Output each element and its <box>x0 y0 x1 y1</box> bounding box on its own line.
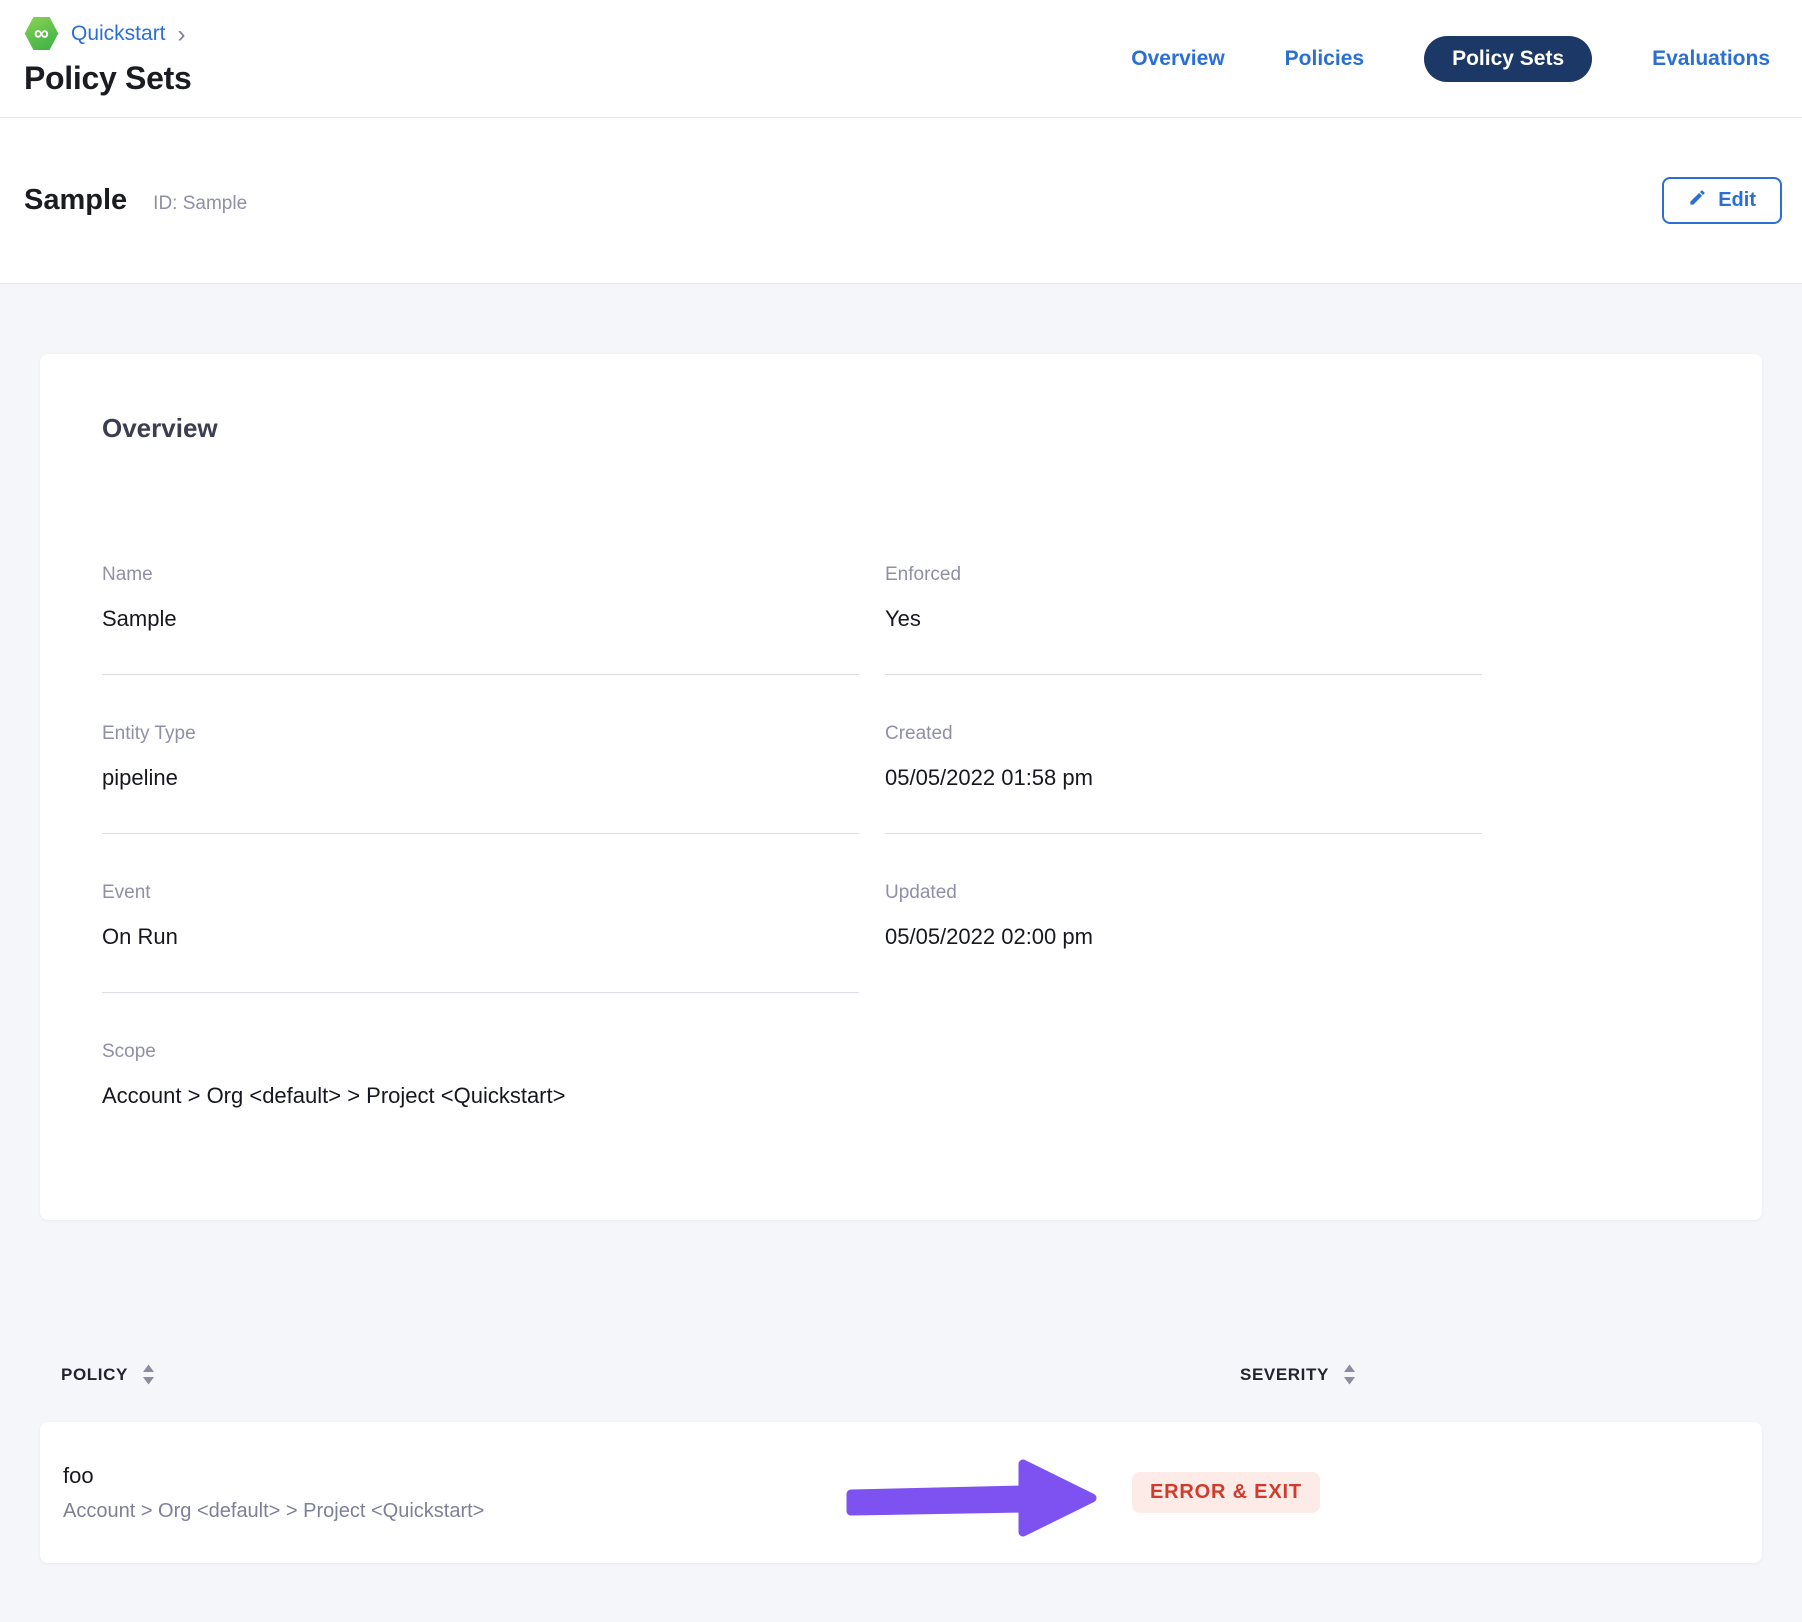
tab-overview[interactable]: Overview <box>1131 47 1224 71</box>
edit-button[interactable]: Edit <box>1662 177 1782 224</box>
pencil-icon <box>1688 188 1707 213</box>
field-label: Updated <box>885 880 1482 906</box>
tab-policies[interactable]: Policies <box>1285 47 1364 71</box>
field-label: Created <box>885 721 1482 747</box>
fields-right-column: Enforced Yes Created 05/05/2022 01:58 pm… <box>885 562 1482 1197</box>
field-value: 05/05/2022 01:58 pm <box>885 763 1482 793</box>
field-scope: Scope Account > Org <default> > Project … <box>102 1039 859 1151</box>
field-value: On Run <box>102 922 859 952</box>
field-value: Account > Org <default> > Project <Quick… <box>102 1081 859 1111</box>
top-header: ∞ Quickstart › Policy Sets Overview Poli… <box>0 0 1802 118</box>
entity-toolbar: Sample ID: Sample Edit <box>0 118 1802 284</box>
column-label: SEVERITY <box>1240 1365 1329 1385</box>
field-created: Created 05/05/2022 01:58 pm <box>885 721 1482 834</box>
field-enforced: Enforced Yes <box>885 562 1482 675</box>
field-label: Name <box>102 562 859 588</box>
breadcrumb: ∞ Quickstart › <box>24 16 191 51</box>
overview-card-heading: Overview <box>102 412 1702 444</box>
field-label: Event <box>102 880 859 906</box>
entity-title: Sample <box>24 184 127 217</box>
severity-badge: ERROR & EXIT <box>1132 1472 1320 1513</box>
breadcrumb-project-link[interactable]: Quickstart <box>71 22 166 46</box>
policy-name[interactable]: foo <box>63 1461 1132 1491</box>
severity-cell: ERROR & EXIT <box>1132 1472 1762 1513</box>
fields-left-column: Name Sample Entity Type pipeline Event O… <box>102 562 859 1197</box>
sort-icon <box>142 1364 155 1385</box>
column-header-policy[interactable]: POLICY <box>40 1364 1132 1385</box>
entity-title-group: Sample ID: Sample <box>24 184 247 217</box>
policy-cell: foo Account > Org <default> > Project <Q… <box>40 1461 1132 1525</box>
field-entity-type: Entity Type pipeline <box>102 721 859 834</box>
edit-button-label: Edit <box>1718 189 1756 212</box>
field-label: Entity Type <box>102 721 859 747</box>
overview-card: Overview Name Sample Entity Type pipelin… <box>40 354 1762 1220</box>
column-header-severity[interactable]: SEVERITY <box>1132 1364 1762 1385</box>
policy-table-row[interactable]: foo Account > Org <default> > Project <Q… <box>40 1422 1762 1563</box>
field-value: Yes <box>885 604 1482 634</box>
column-label: POLICY <box>61 1365 128 1385</box>
module-nav: Overview Policies Policy Sets Evaluation… <box>1131 0 1770 117</box>
field-event: Event On Run <box>102 880 859 993</box>
chevron-right-icon: › <box>178 23 186 45</box>
field-value: pipeline <box>102 763 859 793</box>
tab-evaluations[interactable]: Evaluations <box>1652 47 1770 71</box>
field-name: Name Sample <box>102 562 859 675</box>
project-infinity-icon: ∞ <box>24 16 59 51</box>
overview-fields: Name Sample Entity Type pipeline Event O… <box>102 562 1702 1197</box>
field-label: Scope <box>102 1039 859 1065</box>
page-title: Policy Sets <box>24 60 191 97</box>
field-value: 05/05/2022 02:00 pm <box>885 922 1482 952</box>
field-label: Enforced <box>885 562 1482 588</box>
policy-scope: Account > Org <default> > Project <Quick… <box>63 1497 1132 1525</box>
header-title-block: ∞ Quickstart › Policy Sets <box>24 0 191 117</box>
entity-id: ID: Sample <box>153 193 247 215</box>
field-updated: Updated 05/05/2022 02:00 pm <box>885 880 1482 992</box>
sort-icon <box>1343 1364 1356 1385</box>
tab-policy-sets[interactable]: Policy Sets <box>1424 36 1592 82</box>
field-value: Sample <box>102 604 859 634</box>
policy-table-header: POLICY SEVERITY <box>40 1364 1762 1385</box>
